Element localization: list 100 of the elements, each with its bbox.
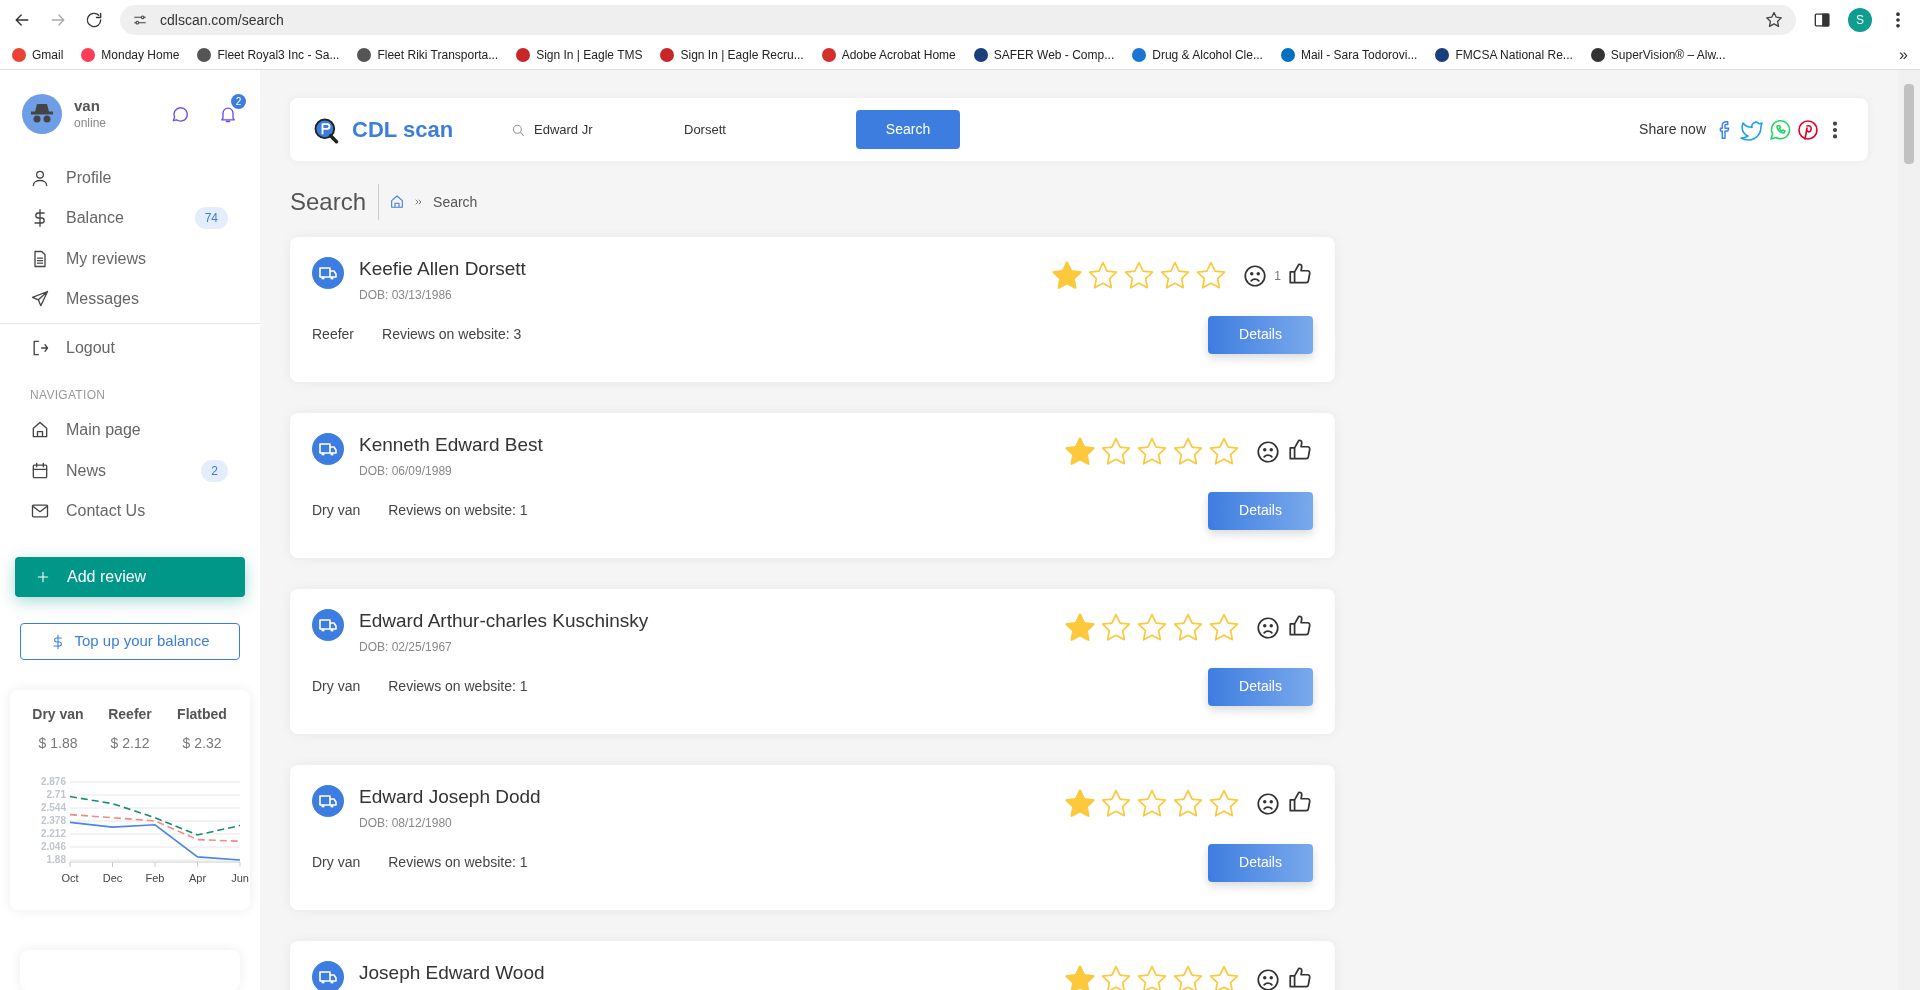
sidebar-item[interactable]: Messages (0, 278, 260, 320)
thumbs-up-icon[interactable] (1287, 613, 1313, 639)
price-value: $ 2.12 (109, 734, 151, 754)
page-title: Search (290, 184, 380, 220)
user-avatar (22, 94, 62, 134)
scrollbar-thumb[interactable] (1904, 84, 1914, 164)
reload-icon[interactable] (84, 10, 104, 30)
bookmark-link[interactable]: SAFER Web - Comp... (973, 45, 1115, 64)
axis-tick-label: Apr (188, 872, 207, 885)
bookmark-favicon-icon (197, 47, 212, 62)
home-icon[interactable] (389, 194, 406, 210)
sidebar-item[interactable]: News 2 (0, 450, 260, 491)
bookmark-link[interactable]: Adobe Acrobat Home (821, 45, 956, 64)
bookmark-favicon-icon (660, 47, 675, 62)
review-count: Reviews on website: 3 (382, 325, 522, 344)
sidebar-item[interactable]: Profile (0, 158, 260, 199)
bookmark-favicon-icon (516, 47, 531, 62)
bookmark-link[interactable]: Drug & Alcohol Cle... (1132, 45, 1263, 64)
driver-name: Kenneth Edward Best (359, 433, 544, 457)
sidebar-item[interactable]: My reviews (0, 238, 260, 279)
truck-icon (312, 609, 344, 641)
price-value: $ 1.88 (37, 734, 79, 754)
bookmark-link[interactable]: FMCSA National Re... (1435, 45, 1573, 64)
axis-tick-label: 2.876 (40, 776, 66, 788)
driver-name: Joseph Edward Wood (359, 961, 546, 985)
axis-tick-label: Oct (61, 872, 79, 885)
empty-star-icon (1207, 963, 1241, 990)
first-name-field[interactable]: Edward Jr (526, 109, 676, 150)
pinterest-icon[interactable] (1796, 117, 1820, 142)
axis-tick-label: 2.544 (40, 802, 66, 814)
address-bar[interactable]: cdlscan.com/search (120, 5, 1796, 35)
review-count: Reviews on website: 1 (388, 853, 528, 872)
axis-tick-label: Jun (231, 872, 249, 885)
bookmark-link[interactable]: Sign In | Eagle Recru... (660, 45, 804, 64)
bookmark-favicon-icon (973, 47, 988, 62)
thumbs-up-icon[interactable] (1287, 789, 1313, 815)
review-count: Reviews on website: 1 (388, 677, 528, 696)
section-heading: NAVIGATION (29, 387, 107, 405)
bookmark-favicon-icon (821, 47, 836, 62)
axis-tick-label: 2.212 (40, 828, 66, 840)
bookmark-link[interactable]: Sign In | Eagle TMS (516, 45, 643, 64)
bookmark-link[interactable]: SuperVision® – Alw... (1590, 45, 1726, 64)
site-info-icon[interactable] (132, 12, 148, 28)
trailer-type: Dry van (312, 677, 361, 696)
driver-name: Keefie Allen Dorsett (359, 257, 527, 281)
date-of-birth: DOB: 03/13/1986 (359, 286, 453, 304)
sad-face-icon[interactable] (1255, 967, 1281, 990)
bookmark-link[interactable]: Fleet Riki Transporta... (357, 45, 499, 64)
empty-star-icon (1099, 963, 1133, 990)
sad-face-icon[interactable] (1255, 791, 1281, 817)
price-value: $ 2.32 (181, 734, 223, 754)
bookmark-link[interactable]: Mail - Sara Todorovi... (1280, 45, 1418, 64)
date-of-birth: DOB: 06/09/1989 (359, 462, 453, 480)
star-icon[interactable] (1764, 10, 1784, 30)
bookmark-link[interactable]: Fleet Royal3 Inc - Sa... (197, 45, 340, 64)
bookmark-favicon-icon (1280, 47, 1295, 62)
breadcrumb-text: Search (433, 192, 478, 212)
price-label: Dry van (31, 705, 85, 725)
bookmark-link[interactable]: Monday Home (81, 45, 180, 64)
more-bookmarks-button[interactable]: » (1899, 42, 1908, 67)
top-up-button[interactable]: Top up your balance (20, 623, 240, 661)
bookmark-favicon-icon (81, 47, 96, 62)
review-count: Reviews on website: 1 (388, 501, 528, 520)
trailer-type: Reefer (312, 325, 355, 344)
sad-face-icon[interactable] (1242, 263, 1269, 289)
sidebar-item[interactable]: Contact Us (0, 490, 260, 532)
truck-icon (312, 257, 344, 289)
sidebar-item[interactable]: Logout (0, 328, 260, 369)
date-of-birth: DOB: 08/12/1980 (359, 814, 453, 832)
axis-tick-label: 1.88 (46, 854, 66, 866)
share-label: Share now (1639, 120, 1706, 139)
sad-face-icon[interactable] (1255, 615, 1281, 641)
chat-icon[interactable] (170, 104, 190, 124)
date-of-birth: DOB: 02/25/1967 (359, 638, 453, 656)
axis-tick-label: Feb (145, 872, 165, 885)
logo-text: CDL scan (352, 116, 454, 144)
price-label: Reefer (107, 705, 153, 725)
empty-star-icon (1135, 963, 1169, 990)
empty-star-icon (1171, 963, 1205, 990)
count-badge: 2 (201, 459, 228, 482)
sidebar-item[interactable]: Main page (0, 410, 260, 451)
last-name-field[interactable]: Dorsett (676, 109, 856, 150)
bookmark-favicon-icon (1435, 47, 1450, 62)
thumbs-up-icon[interactable] (1287, 437, 1313, 463)
axis-tick-label: 2.378 (40, 815, 66, 827)
trailer-type: Dry van (312, 853, 361, 872)
thumbs-up-icon[interactable] (1287, 261, 1313, 287)
bookmark-favicon-icon (1590, 47, 1605, 62)
sidebar-item[interactable]: Balance 74 (0, 198, 260, 239)
search-button[interactable]: Search (856, 110, 960, 149)
trailer-type: Dry van (312, 501, 361, 520)
truck-icon (312, 785, 344, 817)
add-review-button[interactable]: Add review (15, 557, 245, 598)
person-icon (30, 168, 50, 189)
notification-badge: 2 (231, 94, 246, 109)
axis-tick-label: 2.046 (40, 841, 66, 853)
thumbs-up-icon[interactable] (1287, 965, 1313, 990)
bookmark-link[interactable]: Gmail (12, 45, 64, 64)
sad-face-icon[interactable] (1255, 439, 1281, 465)
count-badge: 74 (194, 207, 228, 230)
